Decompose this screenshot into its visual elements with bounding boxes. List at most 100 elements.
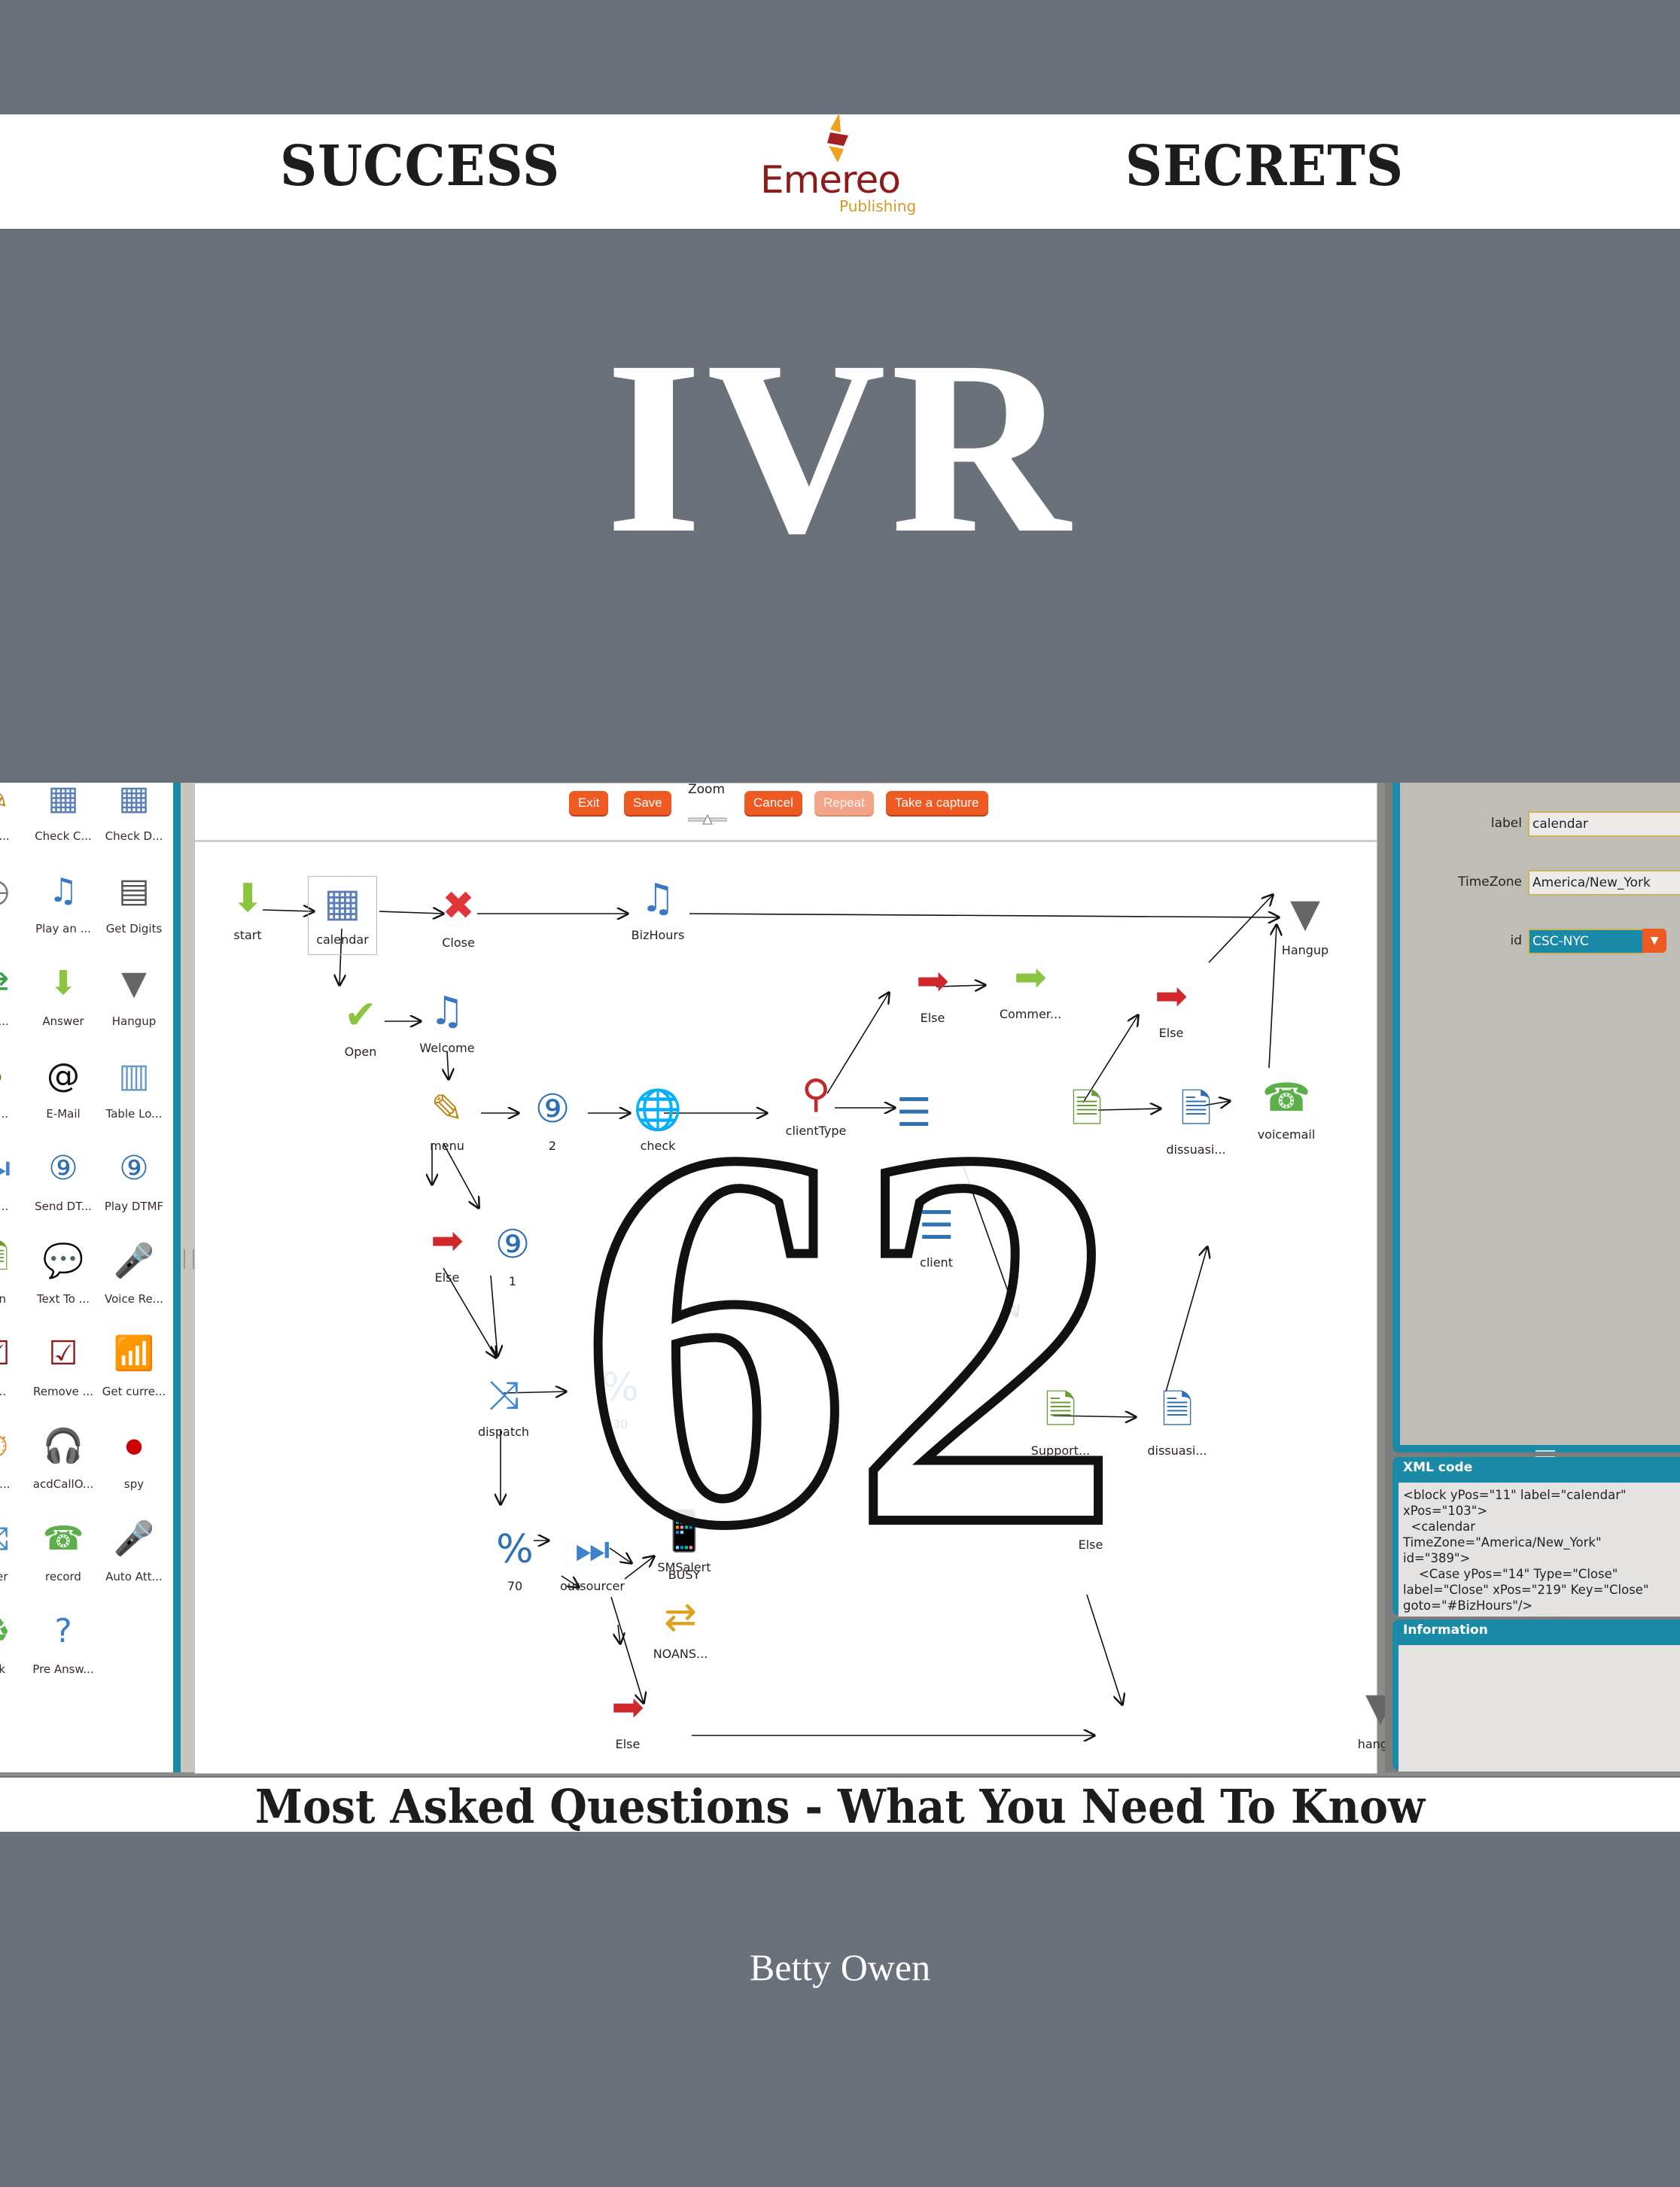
flow-node-p70[interactable]: % 70 [470,1523,560,1593]
queue-icon: ☰ [896,1090,932,1136]
palette-item[interactable]: ⇄ o T... [0,960,30,1029]
palette-item[interactable]: 🗎 e In [0,1238,30,1306]
flow-node-welcome[interactable]: ♫ Welcome [402,985,492,1055]
cancel-button[interactable]: Cancel [744,791,802,815]
zoom-slider[interactable] [688,814,727,826]
flow-node-dispatch[interactable]: ⤨ dispatch [458,1369,549,1440]
palette-item[interactable]: ⤨ cher [0,1516,30,1584]
palette-item[interactable]: ⏺ spy [99,1423,169,1492]
palette-item[interactable]: ⏭ er ... [0,1145,30,1214]
dropdown-arrow-icon[interactable]: ▼ [1642,929,1666,953]
flow-node-else1[interactable]: ➡ Else [887,955,978,1025]
palette-item[interactable]: ✎ Var... [0,783,30,843]
save-button[interactable]: Save [624,791,671,815]
palette-item[interactable]: ☎ record [29,1516,98,1584]
flow-node-label: dispatch [477,1425,530,1439]
flow-node-docadd1[interactable]: 🗎 [1042,1087,1132,1139]
flow-node-q1[interactable]: ☰ [869,1087,959,1139]
take-capture-button[interactable]: Take a capture [886,791,988,815]
flow-node-support[interactable]: 🗎 Support... [1015,1388,1106,1459]
palette-item[interactable]: 💬 Text To ... [29,1238,98,1306]
palette-item[interactable]: ⬇ Answer [29,960,98,1029]
palette-item[interactable]: ⏱ tim... [0,1423,30,1492]
flow-node-open[interactable]: ✔ Open [315,989,406,1059]
pencil-icon: ✎ [0,783,18,820]
label-input[interactable]: calendar [1528,811,1680,837]
palette-item[interactable]: 🎤 Voice Re... [99,1238,169,1306]
xml-panel-title: XML code [1403,1460,1473,1475]
left-splitter[interactable] [181,783,194,1772]
flow-node-label: BizHours [631,928,685,942]
palette-item[interactable]: ▦ Check D... [99,783,169,843]
flow-node-d2[interactable]: ⑨2 [507,1083,598,1153]
palette-item[interactable]: 🎧 acdCallO... [29,1423,98,1491]
exit-door-icon: ➡ [611,1685,644,1730]
palette-item[interactable]: ⌕ o t... [0,1053,30,1121]
flow-node-clienttype[interactable]: ⚲ clientType [771,1068,861,1138]
palette-item-label: Remove ... [33,1385,93,1398]
palette-item[interactable]: 📶 Get curre... [99,1331,169,1398]
palette-item[interactable]: 🎤 Auto Att... [99,1516,169,1583]
banner-secrets: SECRETS [1125,134,1404,199]
flow-node-commer[interactable]: ➡ Commer... [985,951,1076,1021]
palette-item[interactable]: ▦ Check C... [29,783,98,843]
flow-node-smsalert[interactable]: 📱 SMSalert [639,1504,729,1575]
xml-code-panel: XML code <block yPos="11" label="calenda… [1392,1457,1680,1617]
flow-node-p30[interactable]: % 30 [575,1361,665,1431]
palette-item[interactable]: ⑨ Play DTMF [99,1145,169,1214]
flow-node-dissuasi1[interactable]: 🗎 dissuasi... [1151,1087,1241,1157]
palette-item-label: Text To ... [37,1292,90,1306]
flow-node-check[interactable]: 🌐 check [613,1083,703,1154]
flow-node-label: Welcome [419,1041,475,1055]
flow-node-close[interactable]: ✖ Close [413,880,504,950]
palette-item[interactable]: ? Pre Answ... [29,1608,98,1677]
flow-node-start[interactable]: ⬇ start [202,872,293,942]
palette-item-label: cher [0,1570,8,1583]
book-subtitle: Most Asked Questions - What You Need To … [254,1779,1426,1834]
repeat-button[interactable]: Repeat [814,791,874,815]
flow-diagram: ⬇ start ▦ calendar ✖ Close ♫ BizHours ▼ Hangup ✔ Op… [195,842,1403,1772]
palette-item[interactable]: @ E-Mail [29,1053,98,1121]
flow-node-dissuasi2[interactable]: 🗎 dissuasi... [1132,1388,1222,1459]
flow-node-bizhours[interactable]: ♫ BizHours [613,872,703,942]
palette-item[interactable]: ▤ Get Digits [99,868,169,936]
palette-item-label: Play DTMF [104,1200,164,1213]
flow-node-else4[interactable]: ➡ Else [583,1681,673,1751]
palette-item[interactable]: ▥ Table Lo... [99,1053,169,1121]
palette-item-label: er ... [0,1200,9,1213]
flow-node-d1[interactable]: ⑨1 [467,1218,558,1288]
calendar-icon: ▦ [118,783,150,817]
palette-item[interactable]: ♫ Play an ... [29,868,98,936]
exit-door-icon: ➡ [916,959,949,1004]
flow-node-voicemail[interactable]: ☎ voicemail [1241,1072,1332,1142]
palette-item[interactable]: ◷ it [0,868,30,935]
flow-node-label: Commer... [999,1007,1062,1021]
palette-item[interactable]: ☑ e ... [0,1331,30,1399]
xml-code-content[interactable]: <block yPos="11" label="calendar" xPos="… [1398,1483,1680,1617]
palette-item[interactable]: ☑ Remove ... [29,1331,98,1399]
palette-item-label: Play an ... [35,922,91,935]
flow-node-else5[interactable]: Else [1045,1535,1136,1552]
timezone-input[interactable]: America/New_York [1528,870,1680,896]
flow-node-hangup1[interactable]: ▼ Hangup [1260,887,1350,957]
palette-item[interactable]: ⑨ Send DT... [29,1145,98,1214]
palette-item-label: ack [0,1662,6,1676]
flow-node-calendar[interactable]: ▦ calendar [308,876,377,955]
id-select[interactable]: CSC-NYC [1528,929,1644,954]
flow-node-label: Open [344,1045,377,1059]
flow-node-menu[interactable]: ✎ menu [402,1083,492,1153]
palette-item[interactable]: ▼ Hangup [99,960,169,1029]
palette-item-label: Voice Re... [105,1292,163,1306]
flow-node-label: menu [430,1139,464,1153]
palette-item[interactable]: ♻ ack [0,1608,30,1677]
flow-node-noans[interactable]: ⇄ NOANS... [635,1591,726,1661]
dtmf-icon: ⑨ [119,1148,149,1188]
flow-node-else2[interactable]: ➡ Else [1126,970,1216,1040]
flow-node-client[interactable]: ☰ client [891,1200,982,1270]
flow-node-outsourcer[interactable]: ⏭ outsourcer [547,1523,638,1594]
close-circle-icon: ✖ [442,884,475,929]
question-icon: ? [54,1611,72,1650]
start-arrow-icon: ⬇ [231,876,264,921]
flow-node-label: Else [920,1011,945,1025]
exit-button[interactable]: Exit [569,791,609,815]
